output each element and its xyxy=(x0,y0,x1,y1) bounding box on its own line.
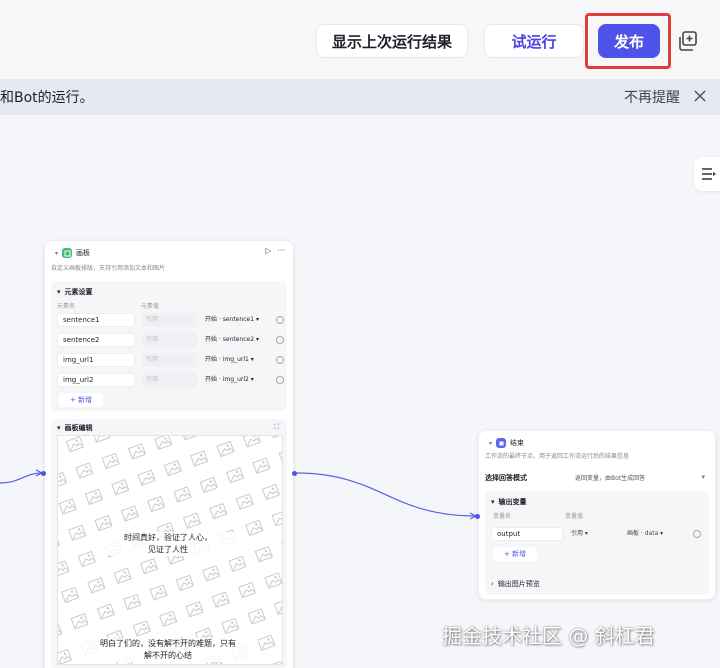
answer-mode-label: 选择回答模式 xyxy=(485,474,527,482)
input-port[interactable] xyxy=(41,471,46,476)
ref-var: sentence2 xyxy=(222,336,255,343)
image-preview-toggle[interactable]: › 输出图片预览 xyxy=(491,579,540,589)
output-reference-select[interactable]: 画板 · data ▾ xyxy=(625,527,687,541)
remove-icon[interactable] xyxy=(276,336,284,344)
section-title: 元素设置 xyxy=(64,288,93,296)
chevron-down-icon[interactable]: ▾ xyxy=(701,473,705,481)
section-header[interactable]: ▾ 画板编辑 xyxy=(57,423,93,433)
poster-line: 解不开的心结 xyxy=(144,651,192,660)
poster-text-bottom: 明白了们的，没有解不开的难题，只有 解不开的心结 xyxy=(78,638,258,662)
remove-icon[interactable] xyxy=(693,530,701,538)
remove-icon[interactable] xyxy=(276,316,284,324)
plus-icon: + xyxy=(69,396,79,404)
type-select[interactable]: 引用 xyxy=(141,373,197,387)
ref-node: 开始 xyxy=(205,316,218,323)
element-row: img_url1 引用 开始 · img_url1 ▾ xyxy=(57,353,285,367)
expand-icon[interactable]: ⛶ xyxy=(274,423,279,432)
element-row: sentence2 引用 开始 · sentence2 ▾ xyxy=(57,333,285,347)
remove-icon[interactable] xyxy=(276,376,284,384)
section-header[interactable]: ▾ 元素设置 xyxy=(57,287,93,297)
reference-select[interactable]: 开始 · img_url1 ▾ xyxy=(203,353,271,367)
ref-var: img_url2 xyxy=(222,376,249,383)
column-header: 元素名 xyxy=(57,303,76,310)
reference-select[interactable]: 开始 · sentence1 ▾ xyxy=(203,313,271,327)
ref-var: data xyxy=(644,530,659,537)
play-icon[interactable]: ▷ xyxy=(265,246,271,255)
canvas-editor-section: ▾ 画板编辑 ⛶ 时间真好，验证了人心， 见证了人性 明白了们的，没有解不开的难… xyxy=(51,419,287,668)
watermark: 掘金技术社区 @ 斜杠君 xyxy=(442,624,655,648)
element-name-input[interactable]: img_url1 xyxy=(57,353,135,367)
elements-section: ▾ 元素设置 元素名 元素值 sentence1 引用 开始 · sentenc… xyxy=(51,281,287,411)
node-title: 结束 xyxy=(510,439,525,447)
output-type-select[interactable]: 引用 ▾ xyxy=(569,527,619,541)
node-actions: ▷ ··· xyxy=(265,246,285,255)
node-description: 自定义画板排版，支持引用添加文本和图片 xyxy=(51,265,166,272)
type-select[interactable]: 引用 xyxy=(141,333,197,347)
column-header: 变量名 xyxy=(493,513,512,520)
node-header: ▾ 结束 xyxy=(489,437,524,449)
input-port[interactable] xyxy=(475,514,480,519)
more-icon[interactable]: ··· xyxy=(277,246,285,255)
element-row: sentence1 引用 开始 · sentence1 ▾ xyxy=(57,313,285,327)
poster-line: 时间真好，验证了人心， xyxy=(124,533,212,542)
ref-node: 开始 xyxy=(205,356,218,363)
chevron-right-icon: › xyxy=(491,580,494,588)
section-title: 画板编辑 xyxy=(64,424,93,432)
add-label: 新增 xyxy=(512,550,527,558)
element-name-input[interactable]: sentence2 xyxy=(57,333,135,347)
column-header: 元素值 xyxy=(141,303,160,310)
reference-select[interactable]: 开始 · sentence2 ▾ xyxy=(203,333,271,347)
plus-icon: + xyxy=(503,550,513,558)
ref-var: img_url1 xyxy=(222,356,249,363)
chevron-down-icon: ▾ xyxy=(491,498,495,506)
poster-text-top: 时间真好，验证了人心， 见证了人性 xyxy=(98,532,238,556)
type-select[interactable]: 引用 xyxy=(141,353,197,367)
add-label: 新增 xyxy=(78,396,93,404)
canvas-node[interactable]: ▾ 画板 ▷ ··· 自定义画板排版，支持引用添加文本和图片 ▾ 元素设置 元素… xyxy=(44,240,294,668)
element-row: img_url2 引用 开始 · img_url2 ▾ xyxy=(57,373,285,387)
section-header[interactable]: ▾ 输出变量 xyxy=(491,497,527,507)
chevron-down-icon[interactable]: ▾ xyxy=(55,250,58,257)
output-variables-section: ▾ 输出变量 变量名 变量值 output 引用 ▾ 画板 · data ▾ +… xyxy=(485,491,709,595)
image-preview-label: 输出图片预览 xyxy=(497,580,540,588)
section-title: 输出变量 xyxy=(498,498,527,506)
output-port[interactable] xyxy=(292,471,297,476)
output-name-input[interactable]: output xyxy=(491,527,563,541)
ref-node: 画板 xyxy=(627,530,640,537)
ref-var: sentence1 xyxy=(222,316,255,323)
end-node-icon xyxy=(496,438,507,448)
output-row: output 引用 ▾ 画板 · data ▾ xyxy=(491,527,707,541)
add-output-button[interactable]: + 新增 xyxy=(493,547,537,561)
reference-select[interactable]: 开始 · img_url2 ▾ xyxy=(203,373,271,387)
ref-node: 开始 xyxy=(205,336,218,343)
chevron-down-icon[interactable]: ▾ xyxy=(489,440,492,447)
poster-line: 见证了人性 xyxy=(148,545,188,554)
chevron-down-icon: ▾ xyxy=(57,288,61,296)
node-title: 画板 xyxy=(76,249,91,257)
answer-mode-value: 返回变量，由Bot生成回答 xyxy=(575,475,646,482)
end-node[interactable]: ▾ 结束 工作流的最终节点，用于返回工作流运行后的结果信息 选择回答模式 返回变… xyxy=(478,430,716,600)
element-name-input[interactable]: sentence1 xyxy=(57,313,135,327)
column-header: 变量值 xyxy=(565,513,584,520)
chevron-down-icon: ▾ xyxy=(57,424,61,432)
poster-line: 明白了们的，没有解不开的难题，只有 xyxy=(100,639,236,648)
node-header: ▾ 画板 xyxy=(55,247,90,259)
node-description: 工作流的最终节点，用于返回工作流运行后的结果信息 xyxy=(485,453,630,460)
element-name-input[interactable]: img_url2 xyxy=(57,373,135,387)
canvas-icon xyxy=(62,248,73,258)
add-element-button[interactable]: + 新增 xyxy=(59,393,103,407)
output-type: 引用 xyxy=(571,530,584,537)
type-select[interactable]: 引用 xyxy=(141,313,197,327)
remove-icon[interactable] xyxy=(276,356,284,364)
answer-mode-select[interactable]: 返回变量，由Bot生成回答 xyxy=(575,473,645,482)
canvas-preview[interactable]: 时间真好，验证了人心， 见证了人性 明白了们的，没有解不开的难题，只有 解不开的… xyxy=(57,435,283,665)
ref-node: 开始 xyxy=(205,376,218,383)
